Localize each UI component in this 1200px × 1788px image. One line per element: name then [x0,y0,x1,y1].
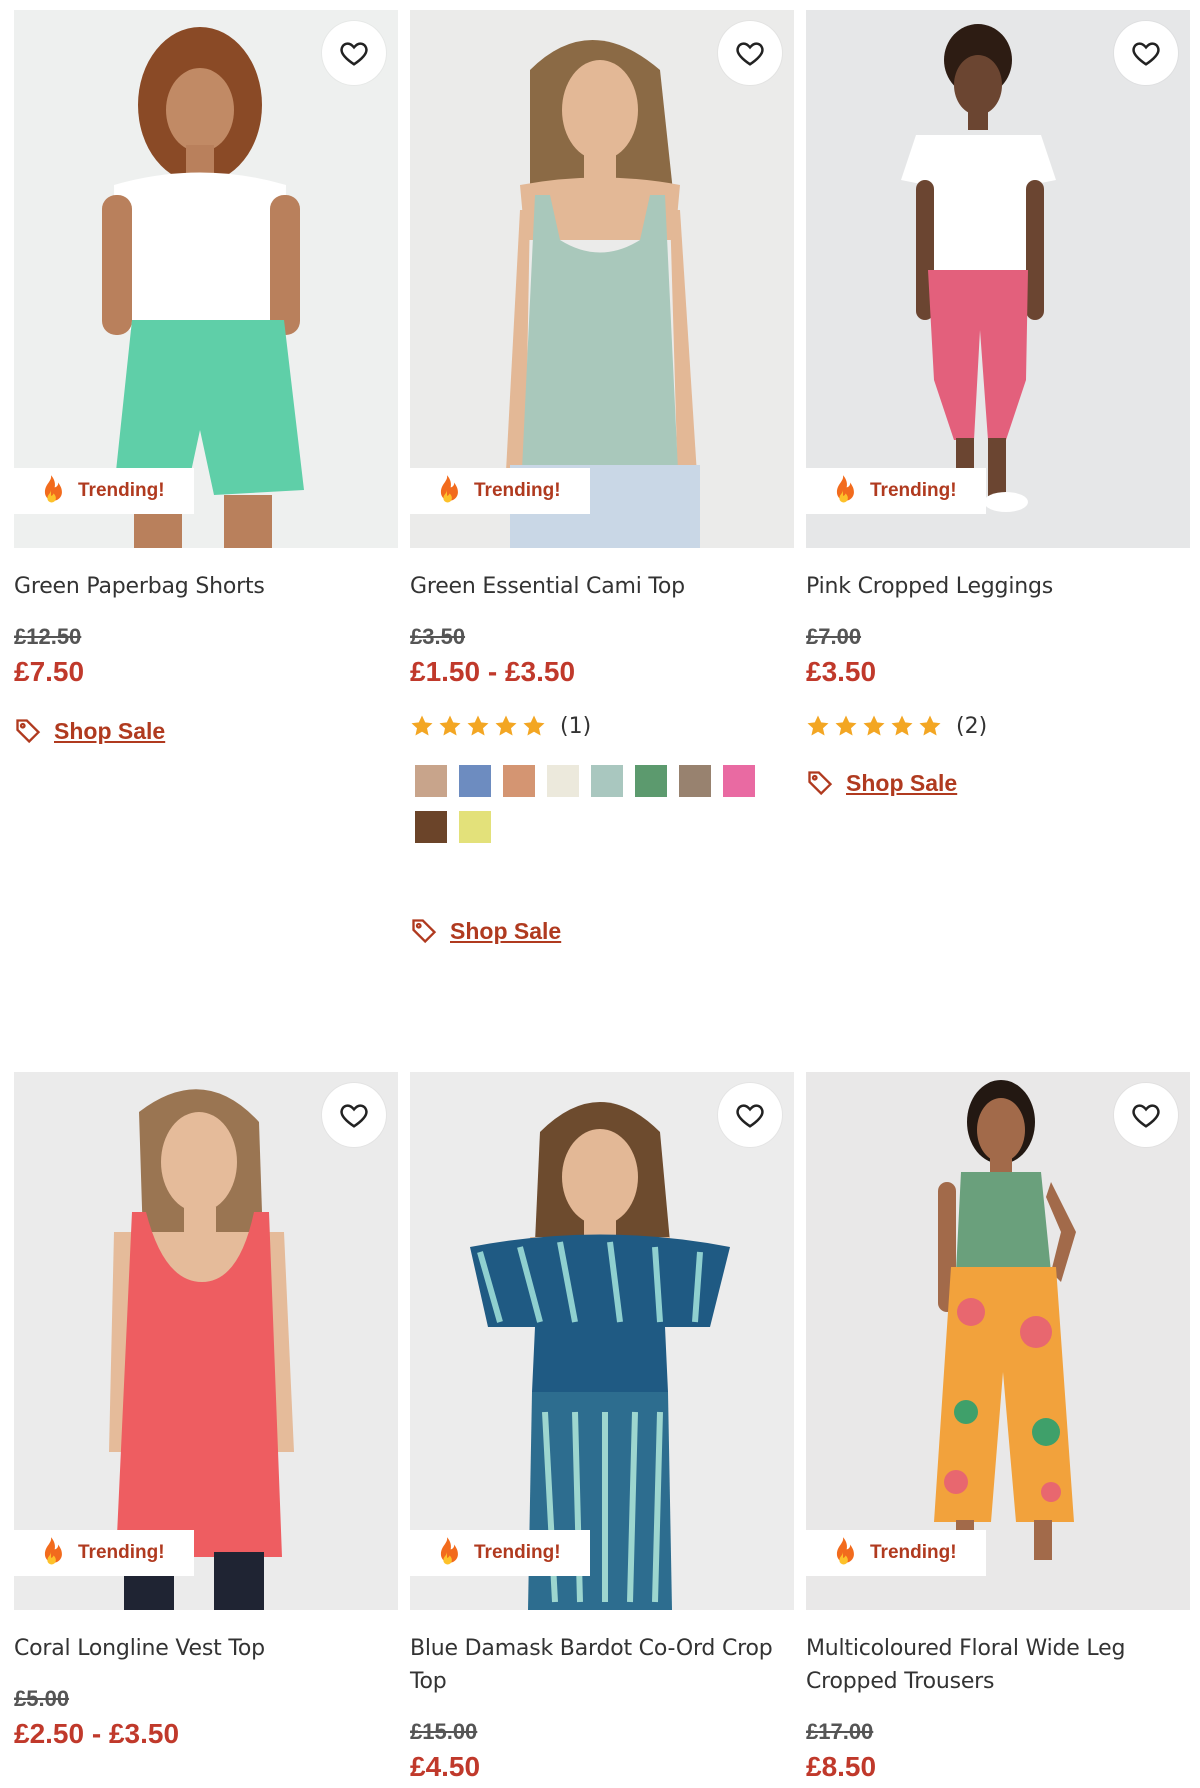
product-image[interactable]: Trending! [14,10,398,548]
trending-badge: Trending! [806,1530,986,1576]
badge-label: Trending! [870,1542,957,1563]
product-name[interactable]: Blue Damask Bardot Co-Ord Crop Top [410,1632,794,1698]
star-icon [807,715,829,736]
wishlist-button[interactable] [322,21,386,85]
shop-sale-label: Shop Sale [54,717,166,744]
colour-swatch[interactable] [679,765,711,797]
was-price: £15.00 [410,1719,478,1744]
colour-swatch[interactable] [503,765,535,797]
colour-swatch[interactable] [723,765,755,797]
product-name[interactable]: Multicoloured Floral Wide Leg Cropped Tr… [806,1632,1190,1698]
was-price: £3.50 [410,624,466,649]
badge-label: Trending! [78,1542,165,1563]
fire-icon [440,475,458,503]
sale-price: £8.50 [806,1751,877,1782]
wishlist-button[interactable] [718,21,782,85]
tag-icon [16,719,41,744]
colour-swatch[interactable] [591,765,623,797]
heart-icon [340,42,368,66]
trending-badge: Trending! [806,468,986,514]
trending-badge: Trending! [410,468,590,514]
sale-price: £1.50 - £3.50 [410,656,576,687]
sale-price: £7.50 [14,656,85,687]
wishlist-button[interactable] [718,1083,782,1147]
star-icon [919,715,941,736]
tag-icon [412,919,437,944]
product-image[interactable]: Trending! [410,10,794,548]
star-icon [891,715,913,736]
rating-count[interactable]: (2) [956,714,987,739]
wishlist-button[interactable] [322,1083,386,1147]
product-name[interactable]: Pink Cropped Leggings [806,570,1190,603]
product-card[interactable]: Trending! Green Paperbag Shorts £12.50 £… [14,10,398,945]
badge-label: Trending! [78,480,165,501]
trending-badge: Trending! [14,1530,194,1576]
shop-sale-label: Shop Sale [846,769,958,796]
fire-icon [836,1537,854,1565]
colour-swatch[interactable] [415,765,447,797]
rating-count[interactable]: (1) [560,714,591,739]
colour-swatches [410,765,790,843]
product-card[interactable]: Trending! Multicoloured Floral Wide Leg … [806,1072,1190,1784]
colour-swatch[interactable] [459,811,491,843]
colour-swatch[interactable] [415,811,447,843]
trending-badge: Trending! [410,1530,590,1576]
was-price: £5.00 [14,1686,70,1711]
fire-icon [836,475,854,503]
was-price: £7.00 [806,624,862,649]
badge-label: Trending! [474,1542,561,1563]
heart-icon [340,1104,368,1128]
star-icon [835,715,857,736]
star-icon [863,715,885,736]
heart-icon [1132,1104,1160,1128]
shop-sale-label: Shop Sale [450,917,562,944]
product-grid-row-2: Trending! Coral Longline Vest Top £5.00 … [14,1072,1190,1784]
tag-icon [808,771,833,796]
product-card[interactable]: Trending! Pink Cropped Leggings £7.00 £3… [806,10,1190,945]
product-image[interactable]: Trending! [806,10,1190,548]
wishlist-button[interactable] [1114,1083,1178,1147]
star-icon [467,715,489,736]
colour-swatch[interactable] [547,765,579,797]
fire-icon [44,1537,62,1565]
product-name[interactable]: Green Essential Cami Top [410,570,794,603]
sale-price: £2.50 - £3.50 [14,1718,180,1749]
product-image[interactable]: Trending! [806,1072,1190,1610]
star-rating: (2) [806,711,1190,741]
fire-icon [440,1537,458,1565]
product-image[interactable]: Trending! [14,1072,398,1610]
sale-price: £4.50 [410,1751,481,1782]
star-icon [495,715,517,736]
wishlist-button[interactable] [1114,21,1178,85]
badge-label: Trending! [474,480,561,501]
product-card[interactable]: Trending! Green Essential Cami Top £3.50… [410,10,794,945]
badge-label: Trending! [870,480,957,501]
was-price: £17.00 [806,1719,874,1744]
was-price: £12.50 [14,624,82,649]
trending-badge: Trending! [14,468,194,514]
shop-sale-link[interactable]: Shop Sale [410,917,794,945]
heart-icon [736,42,764,66]
sale-price: £3.50 [806,656,877,687]
colour-swatch[interactable] [635,765,667,797]
shop-sale-link[interactable]: Shop Sale [806,769,1190,797]
star-icon [523,715,545,736]
product-image[interactable]: Trending! [410,1072,794,1610]
heart-icon [1132,42,1160,66]
product-card[interactable]: Trending! Coral Longline Vest Top £5.00 … [14,1072,398,1784]
star-rating: (1) [410,711,794,741]
heart-icon [736,1104,764,1128]
star-icon [411,715,433,736]
product-card[interactable]: Trending! Blue Damask Bardot Co-Ord Crop… [410,1072,794,1784]
shop-sale-link[interactable]: Shop Sale [14,717,398,745]
product-name[interactable]: Green Paperbag Shorts [14,570,398,603]
colour-swatch[interactable] [459,765,491,797]
product-name[interactable]: Coral Longline Vest Top [14,1632,398,1665]
fire-icon [44,475,62,503]
star-icon [439,715,461,736]
product-grid-row-1: Trending! Green Paperbag Shorts £12.50 £… [14,10,1190,945]
